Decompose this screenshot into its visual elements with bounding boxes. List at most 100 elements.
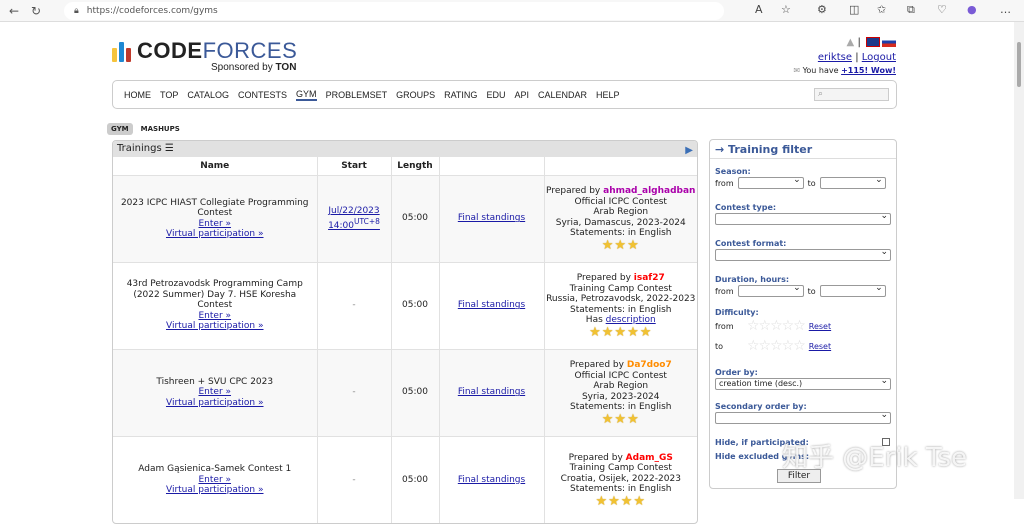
menu-groups[interactable]: GROUPS — [396, 90, 435, 100]
uk-flag-icon[interactable] — [866, 37, 880, 47]
address-bar[interactable]: 🔒︎ https://codeforces.com/gyms — [64, 2, 724, 20]
season-to-select[interactable] — [819, 175, 886, 189]
length: 05:00 — [391, 261, 440, 349]
description-link[interactable]: description — [606, 315, 656, 325]
enter-link[interactable]: Enter » — [198, 475, 231, 485]
virtual-participation-link[interactable]: Virtual participation » — [166, 485, 264, 495]
split-screen-icon[interactable]: ◫ — [849, 3, 859, 16]
search-input[interactable]: ⌕ — [814, 88, 889, 101]
reset-from-link[interactable]: Reset — [809, 322, 831, 331]
menu-calendar[interactable]: CALENDAR — [538, 90, 587, 100]
duration-to-select[interactable] — [819, 283, 886, 297]
author-link[interactable]: Da7doo7 — [627, 360, 672, 370]
menu-contests[interactable]: CONTESTS — [238, 90, 287, 100]
table-row: 43rd Petrozavodsk Programming Camp (2022… — [113, 261, 697, 349]
tab-mashups[interactable]: MASHUPS — [137, 123, 184, 135]
menu-help[interactable]: HELP — [596, 90, 620, 100]
training-name: Tishreen + SVU CPC 2023 — [156, 376, 274, 387]
contest-format-label: Contest format: — [715, 239, 787, 248]
start-time-link[interactable]: Jul/22/2023 14:00UTC+8 — [328, 206, 380, 231]
back-icon[interactable]: ← — [4, 4, 24, 18]
author-link[interactable]: isaf27 — [634, 273, 665, 283]
menu-top[interactable]: TOP — [160, 90, 178, 100]
final-standings-link[interactable]: Final standings — [458, 213, 525, 223]
filter-button[interactable]: Filter — [777, 469, 821, 483]
menu-home[interactable]: HOME — [124, 90, 151, 100]
virtual-participation-link[interactable]: Virtual participation » — [166, 229, 264, 239]
virtual-participation-link[interactable]: Virtual participation » — [166, 398, 264, 408]
lock-icon: 🔒︎ — [74, 6, 79, 16]
info-line: Croatia, Osijek, 2022-2023 — [560, 473, 681, 484]
refresh-icon[interactable]: ↻ — [26, 4, 46, 18]
health-icon[interactable]: ♡ — [937, 3, 947, 16]
length: 05:00 — [391, 435, 440, 523]
info-line: Statements: in English — [569, 484, 672, 494]
codeforces-logo[interactable]: CODEFORCES — [112, 40, 297, 62]
profile-icon[interactable]: ● — [967, 3, 977, 16]
author-link[interactable]: ahmad_alghadban — [603, 186, 695, 196]
info-line: Russia, Petrozavodsk, 2022-2023 — [546, 294, 696, 304]
enter-link[interactable]: Enter » — [198, 311, 231, 321]
favorites-icon[interactable]: ✩ — [877, 3, 886, 16]
info-line: Syria, Damascus, 2023-2024 — [555, 217, 686, 228]
table-row: 2023 ICPC HIAST Collegiate Programming C… — [113, 174, 697, 262]
reset-to-link[interactable]: Reset — [809, 342, 831, 351]
logout-link[interactable]: Logout — [862, 52, 896, 63]
final-standings-link[interactable]: Final standings — [458, 475, 525, 485]
training-name: 43rd Petrozavodsk Programming Camp (2022… — [126, 279, 303, 311]
info-line: Syria, 2023-2024 — [581, 391, 660, 402]
enter-link[interactable]: Enter » — [198, 387, 231, 397]
profile-link[interactable]: eriktse — [818, 52, 852, 63]
user-area: ▲ | eriktse | Logout ✉ You have +115! Wo… — [793, 37, 896, 75]
hide-participated-checkbox[interactable] — [882, 438, 890, 446]
list-icon[interactable]: ☰ — [165, 143, 174, 154]
favorite-icon[interactable]: ☆ — [781, 3, 791, 16]
menu-api[interactable]: API — [514, 90, 529, 100]
info-line: Statements: in English — [569, 304, 672, 315]
more-icon[interactable]: … — [1000, 3, 1011, 16]
header-start: Start — [317, 157, 392, 175]
collections-icon[interactable]: ⧉ — [907, 3, 915, 17]
author-link[interactable]: Adam_GS — [626, 453, 673, 463]
start-time: - — [352, 387, 356, 398]
read-aloud-icon[interactable]: A — [755, 3, 763, 16]
info-line: Statements: in English — [569, 402, 672, 412]
ru-flag-icon[interactable] — [882, 37, 896, 47]
training-name: Adam Gąsienica-Samek Contest 1 — [138, 464, 292, 474]
season-from-select[interactable] — [737, 175, 804, 189]
tab-gym[interactable]: GYM — [107, 123, 133, 135]
mail-icon: ✉ — [793, 66, 801, 75]
virtual-participation-link[interactable]: Virtual participation » — [166, 321, 264, 331]
difficulty-stars-icon: ★★★★★ — [589, 324, 653, 340]
start-time: - — [352, 300, 356, 311]
table-row: Adam Gąsienica-Samek Contest 1 Enter » Vir… — [113, 435, 697, 523]
info-line: Official ICPC Contest — [574, 370, 667, 381]
wow-link[interactable]: +115! Wow! — [841, 66, 896, 75]
secondary-order-select[interactable] — [715, 410, 891, 424]
final-standings-link[interactable]: Final standings — [458, 300, 525, 310]
final-standings-link[interactable]: Final standings — [458, 387, 525, 397]
scrollbar[interactable] — [1014, 22, 1024, 499]
collapse-icon[interactable]: ▶ — [685, 143, 693, 159]
contest-format-select[interactable] — [715, 247, 891, 261]
enter-link[interactable]: Enter » — [198, 219, 231, 229]
panel-title: Trainings — [117, 143, 162, 154]
notification-icon[interactable]: ▲ — [847, 37, 855, 48]
contest-type-select[interactable] — [715, 211, 891, 225]
menu-edu[interactable]: EDU — [486, 90, 505, 100]
difficulty-to-stars[interactable]: ☆☆☆☆☆ — [747, 338, 806, 354]
duration-from-select[interactable] — [737, 283, 804, 297]
menu-rating[interactable]: RATING — [444, 90, 477, 100]
menu-problemset[interactable]: PROBLEMSET — [326, 90, 388, 100]
difficulty-label: Difficulty: — [715, 308, 759, 317]
menu-catalog[interactable]: CATALOG — [187, 90, 229, 100]
trainings-panel: Trainings ☰ ▶ Name Start Length 2023 ICPC H… — [112, 140, 698, 524]
order-by-select[interactable]: creation time (desc.) — [715, 376, 891, 390]
url-text: https://codeforces.com/gyms — [86, 6, 218, 16]
extensions-icon[interactable]: ⚙ — [817, 3, 827, 16]
difficulty-from-stars[interactable]: ☆☆☆☆☆ — [747, 318, 806, 334]
table-row: Tishreen + SVU CPC 2023 Enter » Virtual pa… — [113, 348, 697, 436]
menu-gym[interactable]: GYM — [296, 89, 317, 101]
contest-type-label: Contest type: — [715, 203, 777, 212]
main-menu: HOME TOP CATALOG CONTESTS GYM PROBLEMSET… — [112, 80, 897, 109]
